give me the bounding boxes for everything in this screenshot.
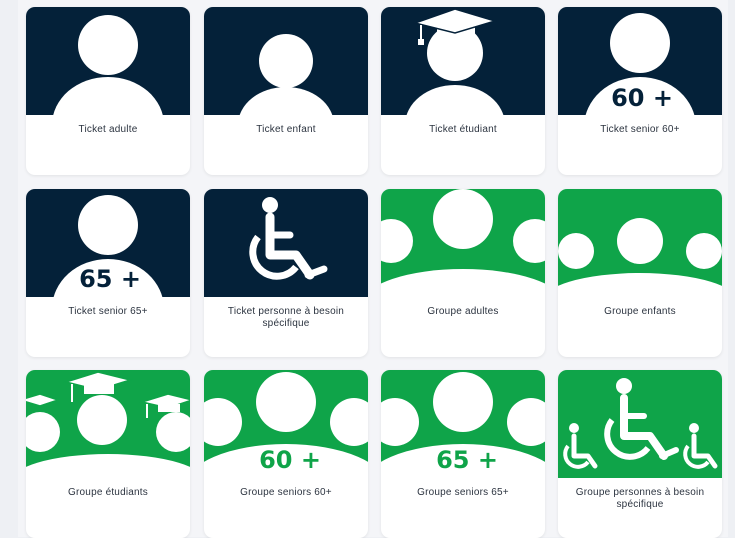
group-students-icon — [26, 370, 190, 478]
card-label: Ticket adulte — [78, 124, 138, 135]
ticket-card-senior-60[interactable]: 60 + Ticket senior 60+ — [558, 7, 722, 175]
group-card-adults[interactable]: Groupe adultes — [381, 189, 545, 357]
card-label: Groupe étudiants — [68, 487, 148, 498]
senior-60-icon: 60 + — [558, 7, 722, 115]
senior-65-icon: 65 + — [26, 189, 190, 297]
group-children-icon — [558, 189, 722, 297]
ticket-card-special-needs[interactable]: Ticket personne à besoin spécifique — [204, 189, 368, 357]
age-badge-text: 65 + — [79, 265, 141, 293]
ticket-card-student[interactable]: Ticket étudiant — [381, 7, 545, 175]
card-label: Ticket senior 60+ — [600, 124, 680, 135]
student-graduation-cap-icon — [381, 7, 545, 115]
ticket-card-senior-65[interactable]: 65 + Ticket senior 65+ — [26, 189, 190, 357]
card-label: Groupe seniors 65+ — [417, 487, 509, 498]
ticket-card-child[interactable]: Ticket enfant — [204, 7, 368, 175]
card-label: Groupe adultes — [427, 306, 499, 317]
group-card-children[interactable]: Groupe enfants — [558, 189, 722, 357]
group-adults-icon — [381, 189, 545, 297]
ticket-grid: Ticket adulte Ticket enfant Ticket étudi… — [18, 0, 728, 538]
card-label: Groupe seniors 60+ — [240, 487, 332, 498]
group-card-seniors-60[interactable]: 60 + Groupe seniors 60+ — [204, 370, 368, 538]
child-person-icon — [204, 7, 368, 115]
card-label: Ticket senior 65+ — [68, 306, 148, 317]
ticket-card-adult[interactable]: Ticket adulte — [26, 7, 190, 175]
group-card-special-needs[interactable]: Groupe personnes à besoin spécifique — [558, 370, 722, 538]
card-label: Groupe enfants — [604, 306, 676, 317]
adult-person-icon — [26, 7, 190, 115]
group-seniors-60-icon: 60 + — [204, 370, 368, 478]
card-label: Groupe personnes à besoin spécifique — [575, 487, 705, 510]
card-label: Ticket personne à besoin spécifique — [227, 306, 345, 329]
group-card-students[interactable]: Groupe étudiants — [26, 370, 190, 538]
age-badge-text: 60 + — [611, 84, 673, 112]
group-seniors-65-icon: 65 + — [381, 370, 545, 478]
card-label: Ticket enfant — [256, 124, 316, 135]
page: Ticket adulte Ticket enfant Ticket étudi… — [0, 0, 735, 538]
wheelchair-icon — [204, 189, 368, 297]
age-badge-text: 65 + — [436, 446, 498, 474]
card-label: Ticket étudiant — [429, 124, 497, 135]
group-card-seniors-65[interactable]: 65 + Groupe seniors 65+ — [381, 370, 545, 538]
age-badge-text: 60 + — [259, 446, 321, 474]
group-wheelchair-icon — [558, 370, 722, 478]
